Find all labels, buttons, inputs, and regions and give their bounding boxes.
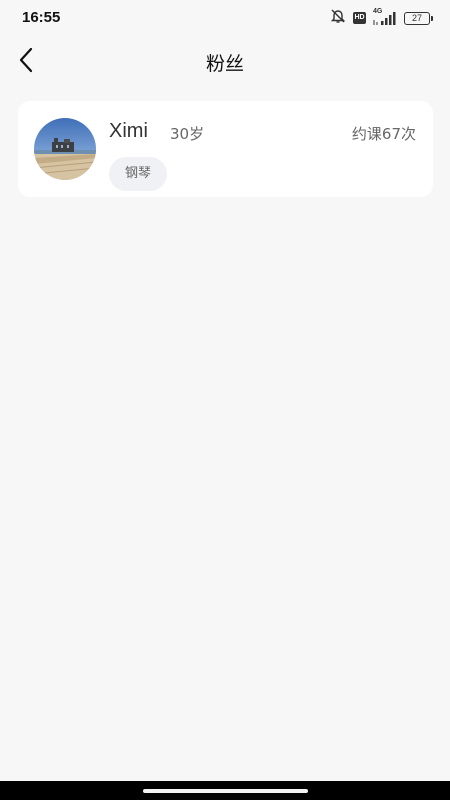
hd-icon: HD [353, 12, 366, 24]
home-indicator[interactable] [143, 789, 308, 793]
status-time: 16:55 [22, 9, 61, 26]
system-nav-bar [0, 781, 450, 800]
page-title: 粉丝 [205, 53, 244, 75]
status-bar: 16:55 HD 4G 27 [0, 0, 450, 36]
notifications-off-icon [330, 8, 346, 28]
fan-age: 30岁 [170, 125, 205, 143]
booking-count: 约课67次 [351, 125, 416, 143]
instrument-tag: 钢琴 [109, 157, 168, 191]
avatar[interactable] [34, 118, 96, 180]
header: 粉丝 [0, 36, 450, 88]
fan-card[interactable]: Ximi 30岁 约课67次 钢琴 [18, 101, 433, 197]
signal-icon: 4G [373, 8, 397, 25]
battery-icon: 27 [404, 11, 433, 25]
fan-name: Ximi [109, 120, 148, 142]
status-icons: HD 4G 27 [330, 8, 433, 28]
